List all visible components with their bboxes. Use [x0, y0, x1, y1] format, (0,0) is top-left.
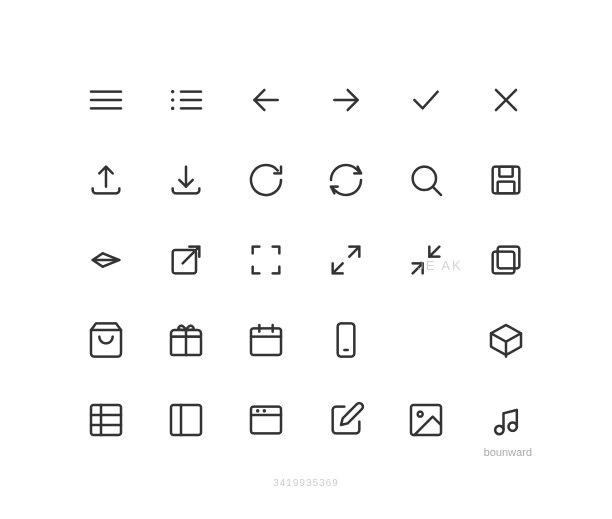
bag-icon [66, 300, 146, 380]
getty-id: 3419935369 [273, 478, 339, 489]
close-icon [466, 60, 546, 140]
share-icon [66, 220, 146, 300]
layers-icon [466, 220, 546, 300]
calendar-icon [226, 300, 306, 380]
sync-icon [306, 140, 386, 220]
expand-icon [306, 220, 386, 300]
watermark-text: bounward [484, 447, 532, 459]
upload-icon [66, 140, 146, 220]
checkmark-icon [386, 60, 466, 140]
table-icon [66, 380, 146, 460]
browser-icon [226, 380, 306, 460]
icon-grid [46, 40, 566, 480]
list-icon [146, 60, 226, 140]
frame-icon [226, 220, 306, 300]
search-icon [386, 140, 466, 220]
image-icon [386, 380, 466, 460]
box-icon [466, 300, 546, 380]
phone-icon [306, 300, 386, 380]
download-icon [146, 140, 226, 220]
external-link-icon [146, 220, 226, 300]
hamburger-menu-icon [66, 60, 146, 140]
arrow-left-icon [226, 60, 306, 140]
arrow-right-icon [306, 60, 386, 140]
panel-icon [146, 380, 226, 460]
placeholder-icon [386, 300, 466, 380]
refresh-icon [226, 140, 306, 220]
save-icon [466, 140, 546, 220]
compress-icon [386, 220, 466, 300]
gift-icon [146, 300, 226, 380]
edit-icon [306, 380, 386, 460]
